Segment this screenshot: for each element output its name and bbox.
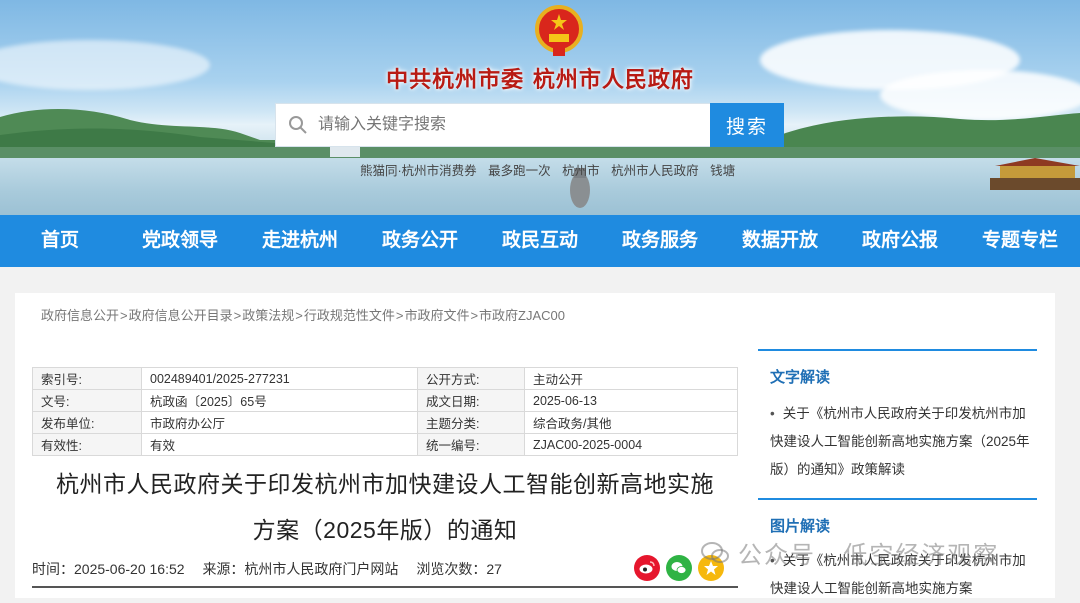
nav-item-about-hangzhou[interactable]: 走进杭州 [240,215,360,267]
hot-link[interactable]: 最多跑一次 [488,164,551,178]
hot-link[interactable]: 熊猫同·杭州市消费券 [360,164,477,178]
meta-key: 发布单位: [32,411,142,434]
boat-decoration [990,158,1080,190]
breadcrumb-item[interactable]: 政策法规 [242,308,294,323]
meta-key: 文号: [32,389,142,412]
watermark: 公众号 · 低空经济观察 [700,535,999,570]
search-input[interactable] [316,115,700,135]
nav-item-special-topics[interactable]: 专题专栏 [960,215,1080,267]
breadcrumb-item[interactable]: 市政府ZJAC00 [479,308,565,323]
table-row: 发布单位: 市政府办公厅 主题分类: 综合政务/其他 [32,411,738,434]
nav-item-gov-affairs[interactable]: 政务公开 [360,215,480,267]
image-interpretation-title: 图片解读 [770,518,831,535]
nav-item-services[interactable]: 政务服务 [600,215,720,267]
document-meta-table: 索引号: 002489401/2025-277231 公开方式: 主动公开 文号… [32,367,738,456]
meta-value: 002489401/2025-277231 [141,367,418,390]
breadcrumb-separator: > [120,308,128,323]
breadcrumb: 政府信息公开>政府信息公开目录>政策法规>行政规范性文件>市政府文件>市政府ZJ… [41,305,565,324]
view-count: 浏览次数：27 [416,561,502,577]
list-item-label[interactable]: 关于《杭州市人民政府关于印发杭州市加快建设人工智能创新高地实施方案（2025年版… [770,406,1030,477]
wechat-icon[interactable] [666,555,692,581]
breadcrumb-item[interactable]: 政府信息公开目录 [129,308,233,323]
nav-item-home[interactable]: 首页 [0,215,120,267]
meta-value: ZJAC00-2025-0004 [524,433,738,456]
section-divider [32,586,738,588]
pagoda-decoration [570,168,590,208]
hot-link[interactable]: 杭州市 [562,164,600,178]
breadcrumb-separator: > [295,308,303,323]
bullet-icon: • [770,406,775,421]
meta-key: 公开方式: [417,367,525,390]
site-title: 中共杭州市委 杭州市人民政府 [386,67,694,93]
main-nav: 首页 党政领导 走进杭州 政务公开 政民互动 政务服务 数据开放 政府公报 专题… [0,215,1080,267]
table-row: 文号: 杭政函〔2025〕65号 成文日期: 2025-06-13 [32,389,738,412]
document-source: 来源：杭州市人民政府门户网站 [202,561,399,577]
document-info: 时间：2025-06-20 16:52 来源：杭州市人民政府门户网站 浏览次数：… [32,559,516,579]
meta-value: 市政府办公厅 [141,411,418,434]
search-button[interactable]: 搜索 [710,103,784,147]
meta-key: 成文日期: [417,389,525,412]
breadcrumb-item[interactable]: 政府信息公开 [41,308,119,323]
nav-item-interaction[interactable]: 政民互动 [480,215,600,267]
text-interpretation-title: 文字解读 [770,369,831,386]
sidebar-divider [758,498,1037,500]
meta-value: 2025-06-13 [524,389,738,412]
breadcrumb-separator: > [395,308,404,323]
breadcrumb-item[interactable]: 市政府文件 [404,308,469,323]
meta-value: 综合政务/其他 [524,411,738,434]
meta-key: 统一编号: [417,433,525,456]
hot-link[interactable]: 钱塘 [710,164,735,178]
hot-link[interactable]: 杭州市人民政府 [611,164,699,178]
table-row: 有效性: 有效 统一编号: ZJAC00-2025-0004 [32,433,738,456]
table-row: 索引号: 002489401/2025-277231 公开方式: 主动公开 [32,367,738,390]
breadcrumb-separator: > [233,308,242,323]
wechat-official-account-icon [701,541,729,563]
national-emblem-icon [535,5,583,56]
nav-item-leadership[interactable]: 党政领导 [120,215,240,267]
meta-key: 主题分类: [417,411,525,434]
breadcrumb-item[interactable]: 行政规范性文件 [304,308,395,323]
publish-time: 时间：2025-06-20 16:52 [32,561,185,577]
sidebar-divider [758,349,1037,351]
watermark-text: 公众号 · 低空经济观察 [738,542,1000,569]
meta-value: 主动公开 [524,367,738,390]
nav-item-gazette[interactable]: 政府公报 [840,215,960,267]
meta-value: 杭政函〔2025〕65号 [141,389,418,412]
meta-value: 有效 [141,433,418,456]
hot-links: 熊猫同·杭州市消费券 最多跑一次 杭州市 杭州市人民政府 钱塘 [360,160,743,179]
search-box[interactable] [275,103,711,147]
search-icon [289,116,307,134]
text-interpretation-list: • 关于《杭州市人民政府关于印发杭州市加快建设人工智能创新高地实施方案（2025年… [770,400,1032,484]
list-item[interactable]: • 关于《杭州市人民政府关于印发杭州市加快建设人工智能创新高地实施方案（2025年… [770,400,1032,484]
header-banner: 中共杭州市委 杭州市人民政府 搜索 熊猫同·杭州市消费券 最多跑一次 杭州市 杭… [0,0,1080,215]
meta-key: 有效性: [32,433,142,456]
document-title: 杭州市人民政府关于印发杭州市加快建设人工智能创新高地实施方案（2025年版）的通… [56,471,714,543]
weibo-icon[interactable] [634,555,660,581]
meta-key: 索引号: [32,367,142,390]
nav-item-open-data[interactable]: 数据开放 [720,215,840,267]
breadcrumb-separator: > [470,308,479,323]
